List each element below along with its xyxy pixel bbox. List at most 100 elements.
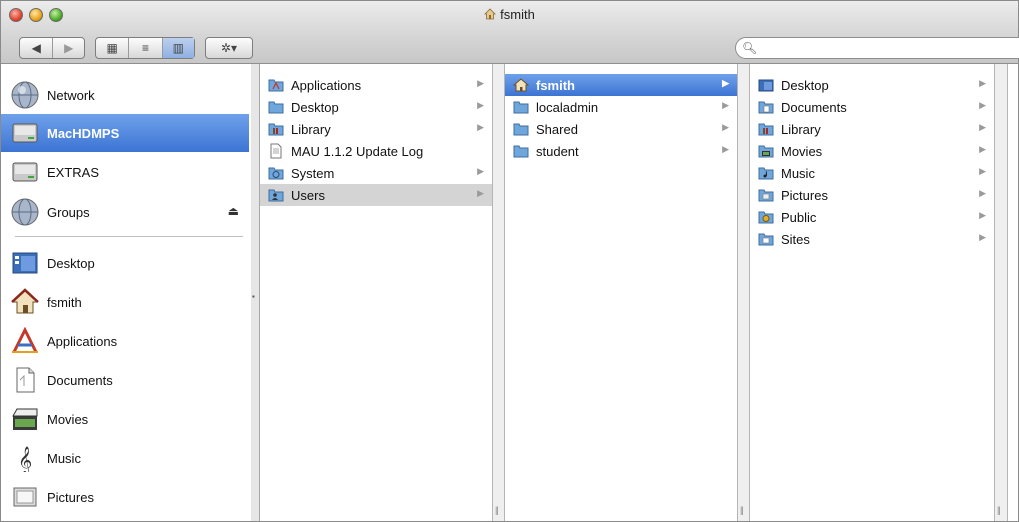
- sidebar-item-pictures[interactable]: Pictures: [1, 478, 249, 516]
- svg-text:𝄞: 𝄞: [18, 446, 32, 472]
- icon-view-icon: ▦: [106, 41, 118, 55]
- list-item-label: Users: [291, 187, 325, 203]
- users-folder-icon: [268, 189, 284, 202]
- sidebar-item-movies[interactable]: Movies: [1, 400, 249, 438]
- sidebar-item-label: MacHDMPS: [47, 125, 120, 141]
- disclosure-arrow-icon: ▶: [722, 122, 729, 132]
- back-button[interactable]: ◀: [20, 38, 54, 58]
- list-item[interactable]: MAU 1.1.2 Update Log: [260, 140, 492, 162]
- sidebar-item-machdmps[interactable]: MacHDMPS: [1, 114, 249, 152]
- sidebar-item-label: Pictures: [47, 489, 94, 505]
- folder-icon: [268, 101, 284, 114]
- column-view-button[interactable]: ▥: [162, 38, 194, 58]
- column-resize-handle-1[interactable]: ||: [492, 64, 505, 521]
- list-item-label: Desktop: [781, 77, 829, 93]
- disclosure-arrow-icon: ▶: [477, 100, 484, 110]
- list-item[interactable]: Sites ▶: [750, 228, 994, 250]
- list-item-label: Library: [781, 121, 821, 137]
- pictures-folder-icon: [758, 189, 774, 202]
- window-title-text: fsmith: [500, 7, 535, 22]
- browser-column-2: fsmith ▶ localadmin ▶ Shared ▶ student ▶: [505, 64, 737, 521]
- list-item[interactable]: Library ▶: [260, 118, 492, 140]
- icon-view-button[interactable]: ▦: [96, 38, 130, 58]
- list-item[interactable]: Documents ▶: [750, 96, 994, 118]
- forward-arrow-icon: ▶: [64, 41, 74, 55]
- applications-icon: [9, 325, 41, 357]
- browser-column-3: Desktop ▶ Documents ▶ Library ▶ Movies ▶…: [750, 64, 994, 521]
- sidebar-splitter[interactable]: ▪: [251, 64, 260, 521]
- forward-button[interactable]: ▶: [53, 38, 84, 58]
- disclosure-arrow-icon: ▶: [477, 188, 484, 198]
- disclosure-arrow-icon: ▶: [477, 166, 484, 176]
- sidebar-item-label: Applications: [47, 333, 118, 349]
- disclosure-arrow-icon: ▶: [979, 210, 986, 220]
- list-view-button[interactable]: ≡: [129, 38, 163, 58]
- list-item[interactable]: Applications ▶: [260, 74, 492, 96]
- list-item[interactable]: localadmin ▶: [505, 96, 737, 118]
- list-item[interactable]: Users ▶: [260, 184, 492, 206]
- sidebar-item-network[interactable]: Network: [1, 76, 249, 114]
- documents-icon: [9, 364, 41, 396]
- library-folder-icon: [758, 123, 774, 136]
- applications-folder-icon: [268, 79, 284, 92]
- list-item[interactable]: Desktop ▶: [750, 74, 994, 96]
- disclosure-arrow-icon: ▶: [722, 144, 729, 154]
- sidebar-item-fsmith[interactable]: fsmith: [1, 283, 249, 321]
- browser-column-1: Applications ▶ Desktop ▶ Library ▶ MAU 1…: [260, 64, 492, 521]
- list-item[interactable]: Shared ▶: [505, 118, 737, 140]
- eject-icon[interactable]: ⏏: [228, 204, 239, 218]
- documents-folder-icon: [758, 101, 774, 114]
- desktop-folder-icon: [758, 79, 774, 92]
- folder-icon: [513, 145, 529, 158]
- home-icon: [9, 286, 41, 318]
- desktop-icon: [9, 247, 41, 279]
- sidebar-item-music[interactable]: 𝄞 Music: [1, 439, 249, 477]
- home-icon: [513, 78, 529, 92]
- sidebar-item-desktop[interactable]: Desktop: [1, 244, 249, 282]
- disclosure-arrow-icon: ▶: [477, 122, 484, 132]
- column-grip-icon: ||: [740, 505, 744, 515]
- splitter-grip-icon: ▪: [252, 292, 255, 301]
- sidebar-item-label: Movies: [47, 411, 89, 427]
- disclosure-arrow-icon: ▶: [979, 78, 986, 88]
- column-view-icon: ▥: [172, 41, 184, 55]
- sidebar-item-groups[interactable]: Groups ⏏: [1, 193, 249, 231]
- search-field[interactable]: 🔍︎: [735, 37, 1019, 59]
- sidebar: Network MacHDMPS EXTRAS Groups ⏏ Desktop…: [1, 64, 252, 521]
- list-item-label: Pictures: [781, 187, 828, 203]
- list-item-label: Library: [291, 121, 331, 137]
- list-item[interactable]: Music ▶: [750, 162, 994, 184]
- column-resize-handle-2[interactable]: ||: [737, 64, 750, 521]
- list-item[interactable]: Movies ▶: [750, 140, 994, 162]
- list-item[interactable]: System ▶: [260, 162, 492, 184]
- list-view-icon: ≡: [141, 41, 149, 55]
- list-item-label: Applications: [291, 77, 362, 93]
- list-item-label: Movies: [781, 143, 823, 159]
- list-item[interactable]: Public ▶: [750, 206, 994, 228]
- sidebar-item-documents[interactable]: Documents: [1, 361, 249, 399]
- sidebar-item-label: fsmith: [47, 294, 82, 310]
- list-item-label: Desktop: [291, 99, 339, 115]
- column-grip-icon: ||: [997, 505, 1001, 515]
- view-mode-control: ▦ ≡ ▥: [95, 37, 195, 59]
- list-item-label: Public: [781, 209, 817, 225]
- list-item[interactable]: Library ▶: [750, 118, 994, 140]
- column-grip-icon: ||: [495, 505, 499, 515]
- back-arrow-icon: ◀: [31, 41, 41, 55]
- action-menu-button[interactable]: ✲▾: [205, 37, 253, 59]
- library-folder-icon: [268, 123, 284, 136]
- search-input[interactable]: [758, 40, 1012, 58]
- window-title: fsmith: [1, 7, 1018, 22]
- text-document-icon: [270, 143, 282, 159]
- list-item[interactable]: fsmith ▶: [505, 74, 737, 96]
- sidebar-item-extras[interactable]: EXTRAS: [1, 153, 249, 191]
- folder-icon: [513, 101, 529, 114]
- sidebar-item-applications[interactable]: Applications: [1, 322, 249, 360]
- list-item[interactable]: student ▶: [505, 140, 737, 162]
- column-resize-handle-3[interactable]: ||: [994, 64, 1008, 521]
- list-item[interactable]: Desktop ▶: [260, 96, 492, 118]
- sidebar-divider: [15, 236, 243, 237]
- list-item[interactable]: Pictures ▶: [750, 184, 994, 206]
- title-bar: fsmith ◀ ▶ ▦ ≡ ▥ ✲▾ 🔍︎: [1, 1, 1019, 64]
- sidebar-item-label: EXTRAS: [47, 164, 100, 180]
